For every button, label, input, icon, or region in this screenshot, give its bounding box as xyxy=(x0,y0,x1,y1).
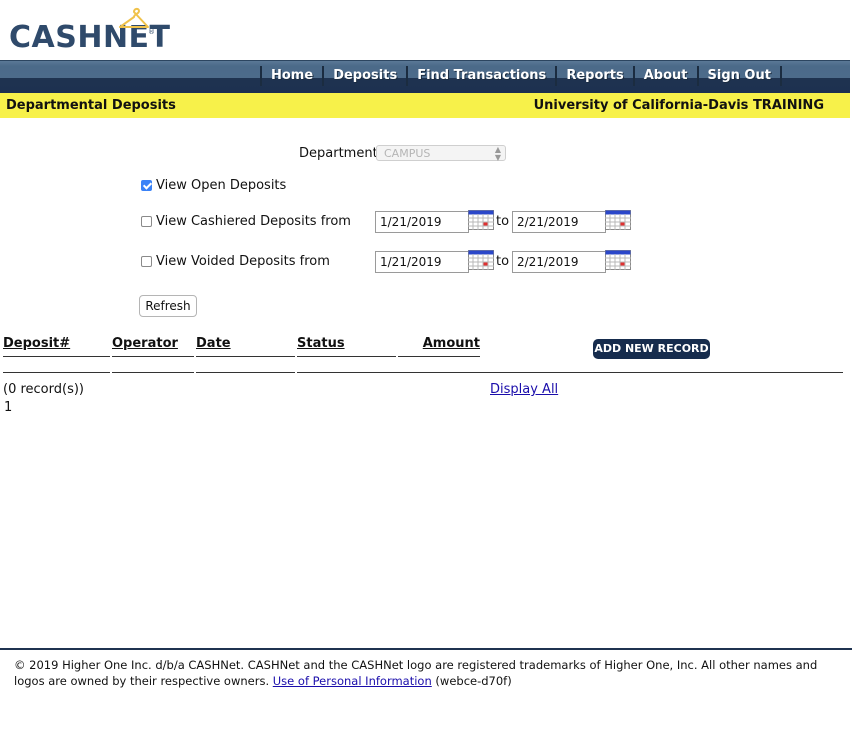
department-label: Department xyxy=(299,146,378,161)
main-nav-bar: Home Deposits Find Transactions Reports … xyxy=(0,60,850,94)
view-cashiered-label: View Cashiered Deposits from xyxy=(156,214,351,229)
hanger-icon xyxy=(119,7,149,28)
row-divider xyxy=(3,372,110,373)
nav-find-transactions[interactable]: Find Transactions xyxy=(406,66,555,86)
column-header-date[interactable]: Date xyxy=(196,336,295,357)
add-new-record-button[interactable]: ADD NEW RECORD xyxy=(593,339,710,359)
footer-build: (webce-d70f) xyxy=(435,674,512,688)
nav-deposits[interactable]: Deposits xyxy=(322,66,406,86)
view-voided-checkbox[interactable] xyxy=(141,256,152,267)
nav-home[interactable]: Home xyxy=(260,66,322,86)
voided-to-date-input[interactable]: 2/21/2019 xyxy=(512,251,606,273)
nav-reports[interactable]: Reports xyxy=(555,66,632,86)
view-open-checkbox[interactable] xyxy=(141,180,152,191)
calendar-icon[interactable] xyxy=(605,210,631,230)
chevron-updown-icon: ▲ ▼ xyxy=(494,145,501,162)
voided-from-date-input[interactable]: 1/21/2019 xyxy=(375,251,469,273)
privacy-link[interactable]: Use of Personal Information xyxy=(273,674,432,688)
view-voided-label: View Voided Deposits from xyxy=(156,254,330,269)
column-header-operator[interactable]: Operator xyxy=(112,336,194,357)
calendar-icon[interactable] xyxy=(468,250,494,270)
column-header-deposit[interactable]: Deposit# xyxy=(3,336,110,357)
column-header-status[interactable]: Status xyxy=(297,336,396,357)
row-divider xyxy=(112,372,194,373)
row-divider xyxy=(297,372,843,373)
calendar-icon[interactable] xyxy=(468,210,494,230)
record-count: (0 record(s)) xyxy=(3,382,84,397)
footer: © 2019 Higher One Inc. d/b/a CASHNet. CA… xyxy=(14,657,844,689)
row-divider xyxy=(196,372,295,373)
department-value: CAMPUS xyxy=(384,147,431,160)
nav-items: Home Deposits Find Transactions Reports … xyxy=(260,66,782,86)
cashiered-to-date-input[interactable]: 2/21/2019 xyxy=(512,211,606,233)
department-select[interactable]: CAMPUS ▲ ▼ xyxy=(376,145,506,162)
nav-about[interactable]: About xyxy=(632,66,697,86)
page-number[interactable]: 1 xyxy=(4,400,12,415)
nav-sign-out[interactable]: Sign Out xyxy=(696,66,782,86)
cashiered-from-date-input[interactable]: 1/21/2019 xyxy=(375,211,469,233)
view-cashiered-checkbox[interactable] xyxy=(141,216,152,227)
column-header-amount[interactable]: Amount xyxy=(398,336,480,357)
footer-divider xyxy=(0,648,852,650)
institution-name: University of California-Davis TRAINING xyxy=(533,98,824,113)
cashnet-logo: CASHNET ® xyxy=(9,7,170,55)
view-open-label: View Open Deposits xyxy=(156,178,287,193)
display-all-link[interactable]: Display All xyxy=(490,382,558,397)
refresh-button[interactable]: Refresh xyxy=(139,295,197,317)
page-title: Departmental Deposits xyxy=(6,98,176,113)
to-label: to xyxy=(496,214,510,229)
calendar-icon[interactable] xyxy=(605,250,631,270)
page-title-bar: Departmental Deposits University of Cali… xyxy=(0,93,850,118)
to-label: to xyxy=(496,254,510,269)
